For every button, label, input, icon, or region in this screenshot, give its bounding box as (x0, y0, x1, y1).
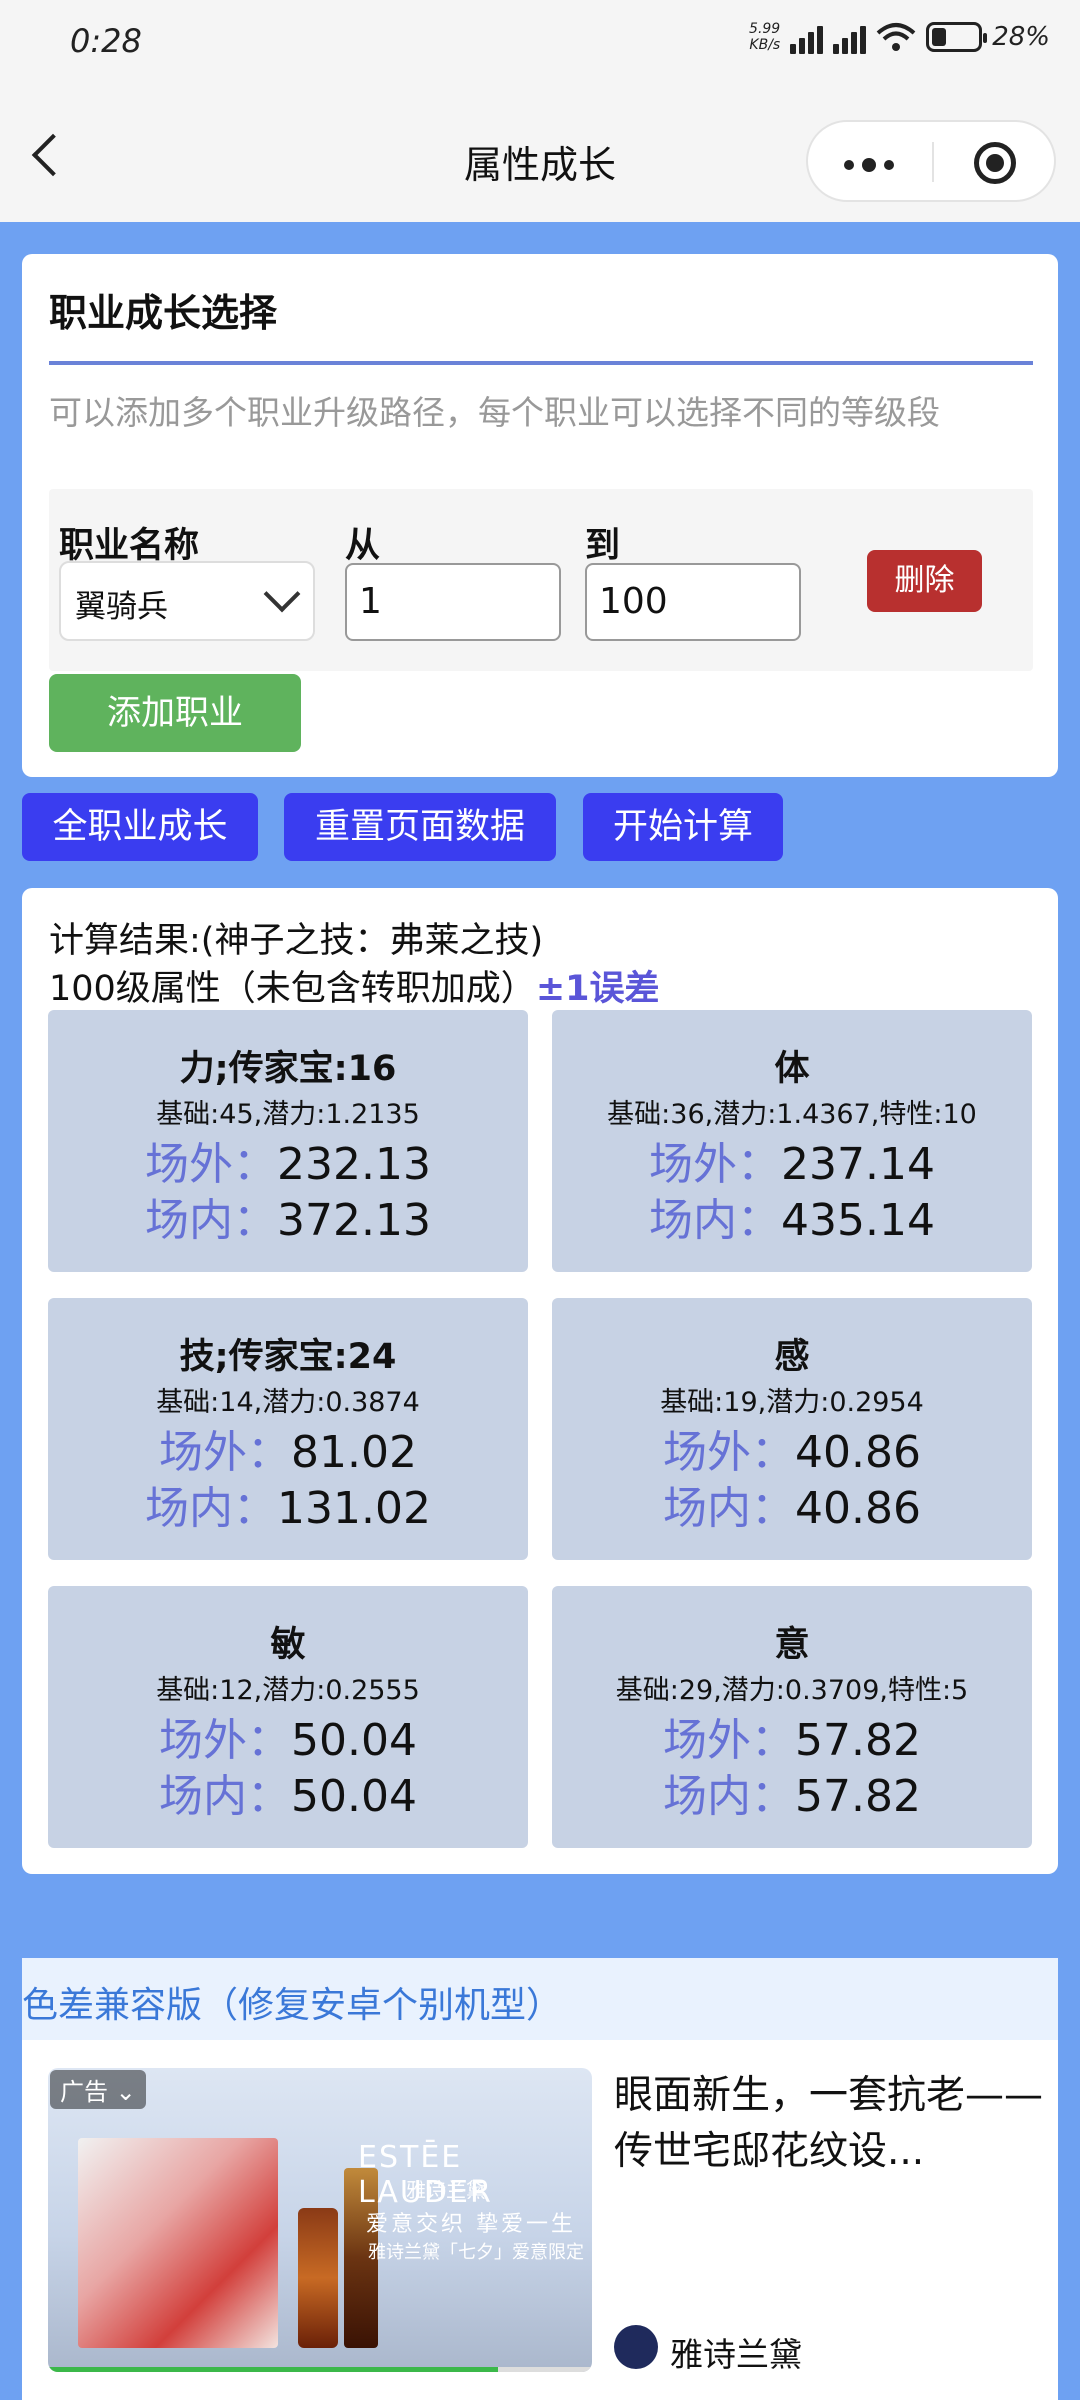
stat-card-constitution: 体 基础:36,潜力:1.4367,特性:10 场外：237.14 场内：435… (552, 1010, 1032, 1272)
stat-base: 基础:29,潜力:0.3709,特性:5 (615, 1675, 969, 1706)
video-progress-bar (48, 2367, 592, 2372)
network-speed: 5.99 KB/s (749, 21, 781, 53)
more-options-icon[interactable] (844, 158, 894, 172)
stat-name: 意 (774, 1625, 810, 1665)
stat-outside: 场外：81.02 (159, 1427, 417, 1478)
stat-inside: 场内：40.86 (663, 1483, 921, 1534)
all-jobs-growth-button[interactable]: 全职业成长 (22, 793, 258, 861)
ad-slogan: 爱意交织 挚爱一生 (366, 2212, 576, 2237)
stat-base: 基础:12,潜力:0.2555 (156, 1675, 420, 1706)
ad-title[interactable]: 眼面新生，一套抗老——传世宅邸花纹设... (614, 2068, 1044, 2180)
stat-name: 感 (774, 1337, 810, 1377)
signal-icon (790, 20, 824, 54)
section-description: 可以添加多个职业升级路径，每个职业可以选择不同的等级段 (49, 393, 940, 432)
video-progress-fill (48, 2367, 499, 2372)
from-level-input[interactable]: 1 (345, 563, 561, 641)
status-time: 0:28 (70, 22, 142, 60)
ad-area[interactable]: ESTĒE LAUDER 雅诗兰黛 爱意交织 挚爱一生 雅诗兰黛「七夕」爱意限定… (22, 2040, 1058, 2400)
error-note: ±1误差 (535, 969, 660, 1009)
stat-inside: 场内：372.13 (145, 1195, 431, 1246)
stat-name: 技;传家宝:24 (179, 1337, 397, 1377)
ad-tag[interactable]: 广告 ⌄ (50, 2070, 146, 2109)
compat-banner-text: 色差兼容版（修复安卓个别机型） (22, 1985, 563, 2026)
stat-card-skill: 技;传家宝:24 基础:14,潜力:0.3874 场外：81.02 场内：131… (48, 1298, 528, 1560)
nav-bar: 属性成长 (0, 90, 1080, 222)
mini-program-capsule (806, 120, 1056, 202)
delete-job-button[interactable]: 删除 (867, 550, 982, 612)
reset-page-button[interactable]: 重置页面数据 (284, 793, 556, 861)
stat-card-strength: 力;传家宝:16 基础:45,潜力:1.2135 场外：232.13 场内：37… (48, 1010, 528, 1272)
job-select-value: 翼骑兵 (75, 589, 168, 625)
stat-outside: 场外：232.13 (145, 1139, 431, 1190)
start-calc-button[interactable]: 开始计算 (583, 793, 783, 861)
stat-inside: 场内：131.02 (145, 1483, 431, 1534)
stat-base: 基础:19,潜力:0.2954 (660, 1387, 924, 1418)
close-target-icon[interactable] (974, 142, 1016, 184)
to-label: 到 (585, 526, 621, 566)
stat-outside: 场外：57.82 (663, 1715, 921, 1766)
ad-brand-cn: 雅诗兰黛 (406, 2178, 486, 2202)
compat-banner[interactable]: 色差兼容版（修复安卓个别机型） (22, 1958, 1058, 2042)
signal-icon-2 (833, 20, 867, 54)
stat-inside: 场内：435.14 (649, 1195, 935, 1246)
gift-box-graphic (78, 2138, 278, 2348)
from-label: 从 (345, 526, 381, 566)
add-job-button[interactable]: 添加职业 (49, 674, 301, 752)
title-divider (49, 361, 1033, 365)
advertiser-logo-icon (614, 2325, 658, 2369)
job-select[interactable]: 翼骑兵 (59, 561, 315, 641)
result-heading: 计算结果:(神子之技：弗莱之技) (49, 921, 544, 961)
stat-inside: 场内：57.82 (663, 1771, 921, 1822)
status-bar: 0:28 5.99 KB/s 28% (0, 0, 1080, 90)
result-subheading: 100级属性（未包含转职加成）±1误差 (49, 969, 660, 1009)
to-level-input[interactable]: 100 (585, 563, 801, 641)
wifi-icon (876, 23, 916, 51)
job-selection-card: 职业成长选择 可以添加多个职业升级路径，每个职业可以选择不同的等级段 职业名称 … (22, 254, 1058, 777)
stat-outside: 场外：50.04 (159, 1715, 417, 1766)
stat-card-will: 意 基础:29,潜力:0.3709,特性:5 场外：57.82 场内：57.82 (552, 1586, 1032, 1848)
stat-base: 基础:45,潜力:1.2135 (156, 1099, 420, 1130)
battery-icon (926, 22, 988, 52)
job-row: 职业名称 从 到 翼骑兵 1 100 删除 (49, 489, 1033, 671)
results-card: 计算结果:(神子之技：弗莱之技) 100级属性（未包含转职加成）±1误差 力;传… (22, 888, 1058, 1874)
stat-name: 力;传家宝:16 (179, 1049, 397, 1089)
battery-percent: 28% (992, 22, 1050, 52)
capsule-divider (932, 142, 934, 182)
stat-base: 基础:14,潜力:0.3874 (156, 1387, 420, 1418)
bottle-graphic (298, 2208, 338, 2348)
stat-card-perception: 感 基础:19,潜力:0.2954 场外：40.86 场内：40.86 (552, 1298, 1032, 1560)
stat-name: 敏 (270, 1625, 306, 1665)
stat-base: 基础:36,潜力:1.4367,特性:10 (607, 1099, 977, 1130)
stat-outside: 场外：40.86 (663, 1427, 921, 1478)
advertiser-name[interactable]: 雅诗兰黛 (670, 2328, 802, 2376)
section-title: 职业成长选择 (49, 291, 278, 335)
chevron-down-icon (263, 575, 301, 613)
stat-card-agility: 敏 基础:12,潜力:0.2555 场外：50.04 场内：50.04 (48, 1586, 528, 1848)
ad-slogan-sub: 雅诗兰黛「七夕」爱意限定 (368, 2242, 584, 2263)
stat-outside: 场外：237.14 (649, 1139, 935, 1190)
stat-name: 体 (774, 1049, 810, 1089)
status-icons: 5.99 KB/s 28% (749, 20, 1050, 54)
stat-inside: 场内：50.04 (159, 1771, 417, 1822)
ad-image[interactable]: ESTĒE LAUDER 雅诗兰黛 爱意交织 挚爱一生 雅诗兰黛「七夕」爱意限定… (48, 2068, 592, 2372)
